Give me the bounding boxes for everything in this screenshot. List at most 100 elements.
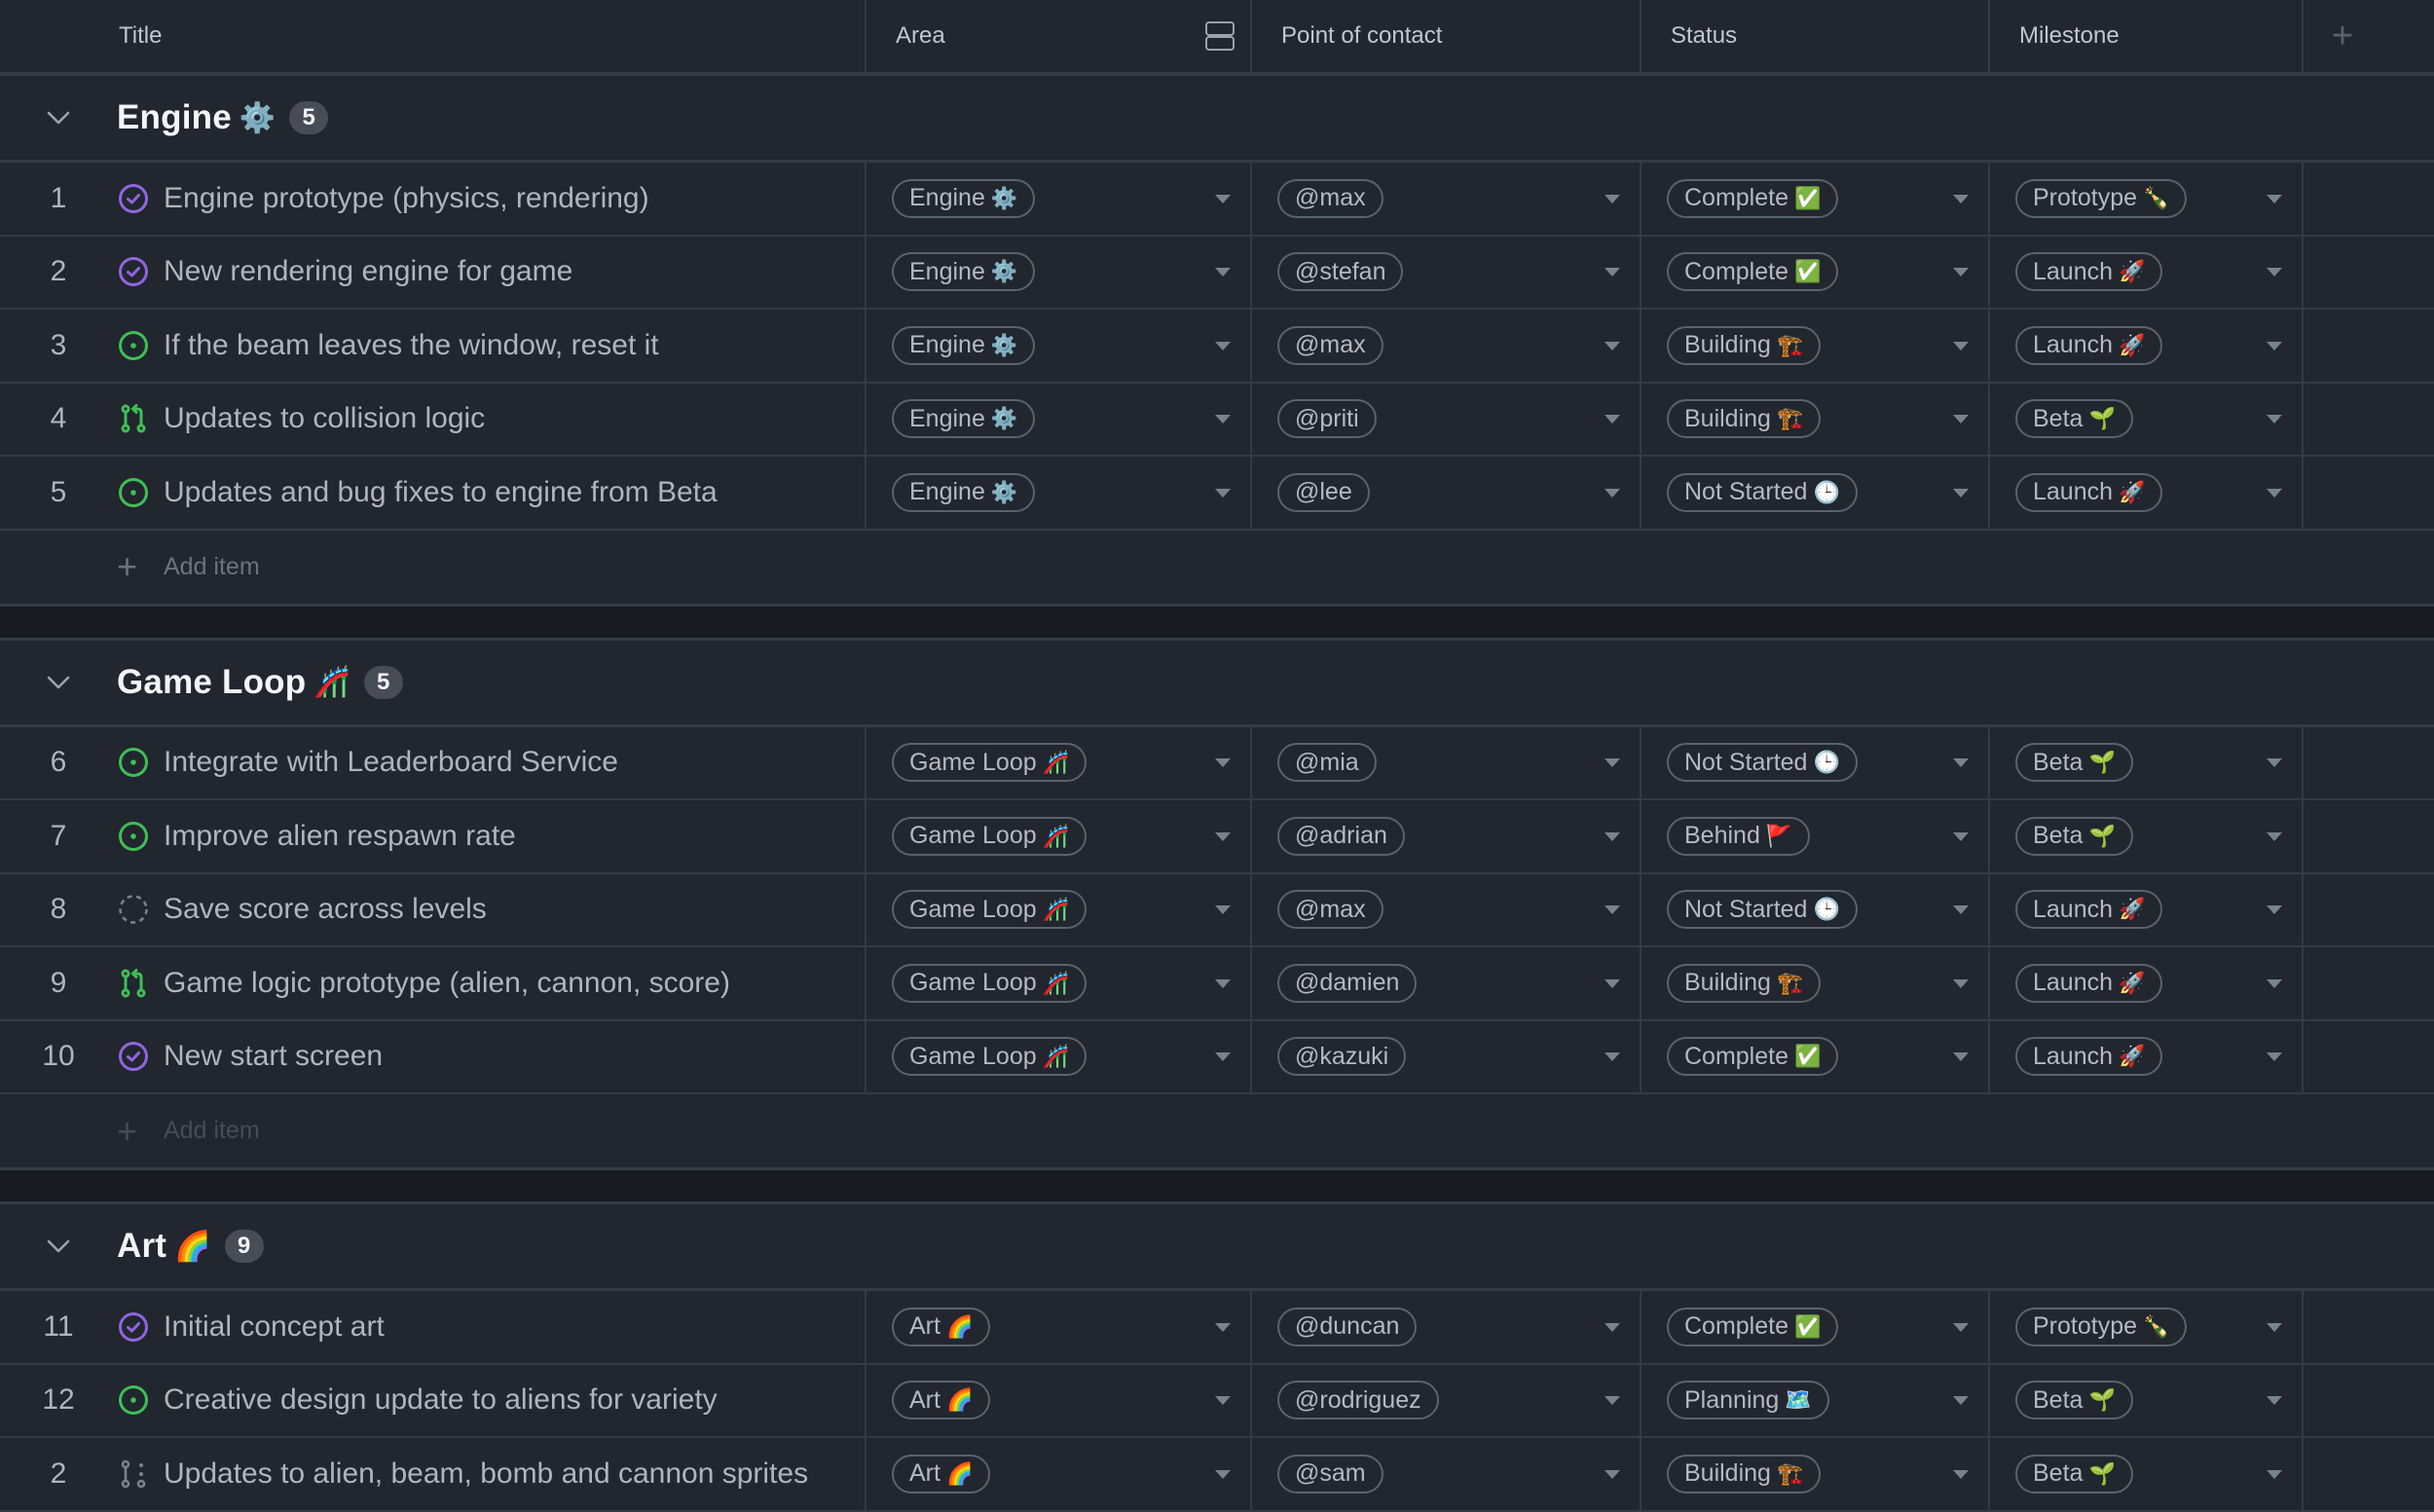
area-dropdown-caret-icon[interactable] [1215,1322,1231,1332]
area-pill[interactable]: Game Loop 🎢 [892,816,1088,856]
poc-dropdown-caret-icon[interactable] [1604,758,1620,768]
area-pill[interactable]: Art 🌈 [892,1307,991,1346]
milestone-dropdown-caret-icon[interactable] [2267,978,2282,988]
column-header-point-of-contact[interactable]: Point of contact [1252,0,1640,72]
table-row[interactable]: 11 Initial concept art Art 🌈 @duncan Comp… [0,1291,2434,1365]
area-dropdown-caret-icon[interactable] [1215,758,1231,768]
table-row[interactable]: 6 Integrate with Leaderboard Service Gam… [0,726,2434,800]
status-dropdown-caret-icon[interactable] [1953,268,1969,277]
item-title[interactable]: New rendering engine for game [164,255,572,288]
poc-dropdown-caret-icon[interactable] [1604,341,1620,350]
area-dropdown-caret-icon[interactable] [1215,905,1231,915]
status-pill[interactable]: Building 🏗️ [1667,325,1822,365]
status-pill[interactable]: Not Started 🕒 [1667,472,1858,512]
status-dropdown-caret-icon[interactable] [1953,341,1969,350]
milestone-dropdown-caret-icon[interactable] [2267,1052,2282,1062]
table-row[interactable]: 4 Updates to collision logic Engine ⚙️ @p… [0,383,2434,457]
poc-dropdown-caret-icon[interactable] [1604,1322,1620,1332]
milestone-dropdown-caret-icon[interactable] [2267,194,2282,203]
poc-dropdown-caret-icon[interactable] [1604,1052,1620,1062]
area-pill[interactable]: Game Loop 🎢 [892,890,1088,930]
item-title[interactable]: Game logic prototype (alien, cannon, sco… [164,967,730,1000]
poc-dropdown-caret-icon[interactable] [1604,268,1620,277]
status-pill[interactable]: Behind 🚩 [1667,816,1811,856]
area-pill[interactable]: Engine ⚙️ [892,325,1036,365]
add-item-button[interactable]: + Add item [0,531,2434,607]
milestone-dropdown-caret-icon[interactable] [2267,905,2282,915]
table-row[interactable]: 3 If the beam leaves the window, reset i… [0,310,2434,384]
area-dropdown-caret-icon[interactable] [1215,194,1231,203]
status-dropdown-caret-icon[interactable] [1953,978,1969,988]
milestone-pill[interactable]: Beta 🌱 [2015,1381,2133,1420]
status-dropdown-caret-icon[interactable] [1953,415,1969,424]
collapse-group-button[interactable] [0,675,117,690]
item-title[interactable]: Initial concept art [164,1310,385,1344]
item-title[interactable]: If the beam leaves the window, reset it [164,329,659,362]
point-of-contact-pill[interactable]: @stefan [1277,252,1404,292]
area-dropdown-caret-icon[interactable] [1215,268,1231,277]
point-of-contact-pill[interactable]: @max [1277,325,1383,365]
milestone-pill[interactable]: Launch 🚀 [2015,1037,2163,1077]
status-dropdown-caret-icon[interactable] [1953,831,1969,841]
status-dropdown-caret-icon[interactable] [1953,1396,1969,1406]
point-of-contact-pill[interactable]: @damien [1277,963,1418,1003]
area-pill[interactable]: Game Loop 🎢 [892,1037,1088,1077]
status-dropdown-caret-icon[interactable] [1953,1052,1969,1062]
milestone-pill[interactable]: Prototype 🍾 [2015,178,2188,218]
milestone-pill[interactable]: Launch 🚀 [2015,963,2163,1003]
status-pill[interactable]: Not Started 🕒 [1667,743,1858,783]
point-of-contact-pill[interactable]: @mia [1277,743,1377,783]
milestone-dropdown-caret-icon[interactable] [2267,268,2282,277]
area-dropdown-caret-icon[interactable] [1215,831,1231,841]
milestone-dropdown-caret-icon[interactable] [2267,831,2282,841]
table-row[interactable]: 2 Updates to alien, beam, bomb and canno… [0,1438,2434,1512]
item-title[interactable]: Integrate with Leaderboard Service [164,746,618,779]
status-pill[interactable]: Planning 🗺️ [1667,1381,1829,1420]
area-dropdown-caret-icon[interactable] [1215,488,1231,498]
item-title[interactable]: Improve alien respawn rate [164,820,516,853]
status-dropdown-caret-icon[interactable] [1953,758,1969,768]
milestone-pill[interactable]: Beta 🌱 [2015,816,2133,856]
add-item-button[interactable]: + Add item [0,1094,2434,1170]
status-pill[interactable]: Not Started 🕒 [1667,890,1858,930]
point-of-contact-pill[interactable]: @lee [1277,472,1370,512]
area-dropdown-caret-icon[interactable] [1215,978,1231,988]
area-dropdown-caret-icon[interactable] [1215,415,1231,424]
table-row[interactable]: 2 New rendering engine for game Engine ⚙️… [0,236,2434,310]
point-of-contact-pill[interactable]: @rodriguez [1277,1381,1439,1420]
area-pill[interactable]: Engine ⚙️ [892,472,1036,512]
milestone-pill[interactable]: Launch 🚀 [2015,325,2163,365]
column-header-title[interactable]: Title [0,0,865,72]
item-title[interactable]: Updates and bug fixes to engine from Bet… [164,476,718,509]
poc-dropdown-caret-icon[interactable] [1604,831,1620,841]
milestone-pill[interactable]: Launch 🚀 [2015,252,2163,292]
milestone-dropdown-caret-icon[interactable] [2267,1322,2282,1332]
poc-dropdown-caret-icon[interactable] [1604,488,1620,498]
item-title[interactable]: Updates to alien, beam, bomb and cannon … [164,1457,808,1491]
status-pill[interactable]: Complete ✅ [1667,1307,1839,1346]
status-dropdown-caret-icon[interactable] [1953,905,1969,915]
milestone-dropdown-caret-icon[interactable] [2267,758,2282,768]
area-dropdown-caret-icon[interactable] [1215,341,1231,350]
point-of-contact-pill[interactable]: @kazuki [1277,1037,1407,1077]
status-pill[interactable]: Complete ✅ [1667,178,1839,218]
area-dropdown-caret-icon[interactable] [1215,1469,1231,1479]
poc-dropdown-caret-icon[interactable] [1604,415,1620,424]
area-pill[interactable]: Engine ⚙️ [892,178,1036,218]
area-dropdown-caret-icon[interactable] [1215,1396,1231,1406]
item-title[interactable]: Updates to collision logic [164,402,485,435]
item-title[interactable]: New start screen [164,1040,383,1073]
poc-dropdown-caret-icon[interactable] [1604,1396,1620,1406]
table-row[interactable]: 7 Improve alien respawn rate Game Loop 🎢 … [0,800,2434,874]
item-title[interactable]: Creative design update to aliens for var… [164,1383,718,1417]
milestone-pill[interactable]: Launch 🚀 [2015,472,2163,512]
point-of-contact-pill[interactable]: @max [1277,178,1383,218]
status-dropdown-caret-icon[interactable] [1953,1469,1969,1479]
point-of-contact-pill[interactable]: @duncan [1277,1307,1418,1346]
area-pill[interactable]: Engine ⚙️ [892,252,1036,292]
table-row[interactable]: 9 Game logic prototype (alien, cannon, s… [0,947,2434,1021]
status-dropdown-caret-icon[interactable] [1953,488,1969,498]
point-of-contact-pill[interactable]: @max [1277,890,1383,930]
collapse-group-button[interactable] [0,1238,117,1254]
column-header-area[interactable]: Area [867,0,1250,72]
